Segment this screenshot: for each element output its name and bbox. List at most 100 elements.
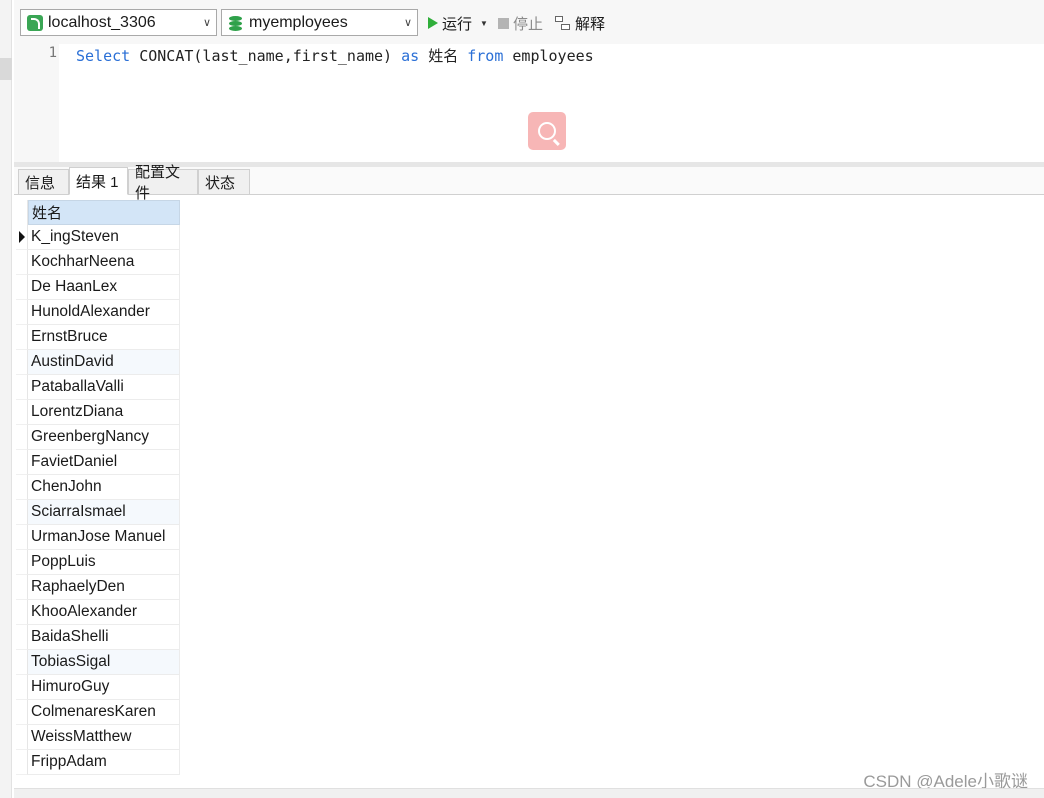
column-header[interactable]: 姓名 xyxy=(28,200,180,225)
row-indicator[interactable] xyxy=(16,325,28,350)
table-cell[interactable]: FrippAdam xyxy=(28,750,180,775)
table-row[interactable]: GreenbergNancy xyxy=(16,425,180,450)
table-cell[interactable]: ChenJohn xyxy=(28,475,180,500)
table-cell[interactable]: KhooAlexander xyxy=(28,600,180,625)
table-row[interactable]: HunoldAlexander xyxy=(16,300,180,325)
row-indicator[interactable] xyxy=(16,650,28,675)
table-row[interactable]: LorentzDiana xyxy=(16,400,180,425)
database-select[interactable]: myemployees ∨ xyxy=(221,9,418,36)
row-indicator[interactable] xyxy=(16,725,28,750)
table-cell[interactable]: GreenbergNancy xyxy=(28,425,180,450)
table-row[interactable]: ErnstBruce xyxy=(16,325,180,350)
run-dropdown-icon[interactable]: ▼ xyxy=(480,19,488,28)
table-cell[interactable]: AustinDavid xyxy=(28,350,180,375)
table-row[interactable]: ChenJohn xyxy=(16,475,180,500)
table-name: employees xyxy=(503,47,594,65)
table-cell[interactable]: UrmanJose Manuel xyxy=(28,525,180,550)
table-cell[interactable]: De HaanLex xyxy=(28,275,180,300)
row-indicator[interactable] xyxy=(16,675,28,700)
table-row[interactable]: De HaanLex xyxy=(16,275,180,300)
connection-value: localhost_3306 xyxy=(48,13,156,31)
table-cell[interactable]: LorentzDiana xyxy=(28,400,180,425)
stop-button[interactable]: 停止 xyxy=(498,12,543,34)
table-row[interactable]: FrippAdam xyxy=(16,750,180,775)
row-indicator[interactable] xyxy=(16,350,28,375)
row-indicator[interactable] xyxy=(16,225,28,250)
line-number: 1 xyxy=(48,45,57,61)
explain-label: 解释 xyxy=(575,15,606,33)
concat-expr: CONCAT(last_name,first_name) xyxy=(130,47,402,65)
stop-icon xyxy=(498,17,509,29)
table-row[interactable]: ColmenaresKaren xyxy=(16,700,180,725)
play-icon xyxy=(428,17,438,29)
table-row[interactable]: UrmanJose Manuel xyxy=(16,525,180,550)
connection-icon xyxy=(27,14,43,31)
sql-code-line[interactable]: Select CONCAT(last_name,first_name) as 姓… xyxy=(76,45,594,66)
result-grid: 姓名 K_ingSteven KochharNeena De HaanLex Huno… xyxy=(16,200,180,775)
row-indicator[interactable] xyxy=(16,250,28,275)
table-cell[interactable]: ColmenaresKaren xyxy=(28,700,180,725)
table-row[interactable]: TobiasSigal xyxy=(16,650,180,675)
chevron-down-icon: ∨ xyxy=(403,17,413,29)
table-row[interactable]: PataballaValli xyxy=(16,375,180,400)
table-cell[interactable]: K_ingSteven xyxy=(28,225,180,250)
left-panel-edge xyxy=(0,0,12,798)
row-indicator[interactable] xyxy=(16,575,28,600)
sql-editor[interactable]: 1 Select CONCAT(last_name,first_name) as… xyxy=(14,44,1044,162)
row-indicator[interactable] xyxy=(16,550,28,575)
table-cell[interactable]: BaidaShelli xyxy=(28,625,180,650)
row-indicator[interactable] xyxy=(16,400,28,425)
database-value: myemployees xyxy=(249,13,348,31)
run-label: 运行 xyxy=(442,15,473,33)
table-row[interactable]: WeissMatthew xyxy=(16,725,180,750)
table-row[interactable]: HimuroGuy xyxy=(16,675,180,700)
table-cell[interactable]: RaphaelyDen xyxy=(28,575,180,600)
row-indicator[interactable] xyxy=(16,275,28,300)
table-cell[interactable]: KochharNeena xyxy=(28,250,180,275)
row-indicator[interactable] xyxy=(16,600,28,625)
table-cell[interactable]: WeissMatthew xyxy=(28,725,180,750)
table-cell[interactable]: TobiasSigal xyxy=(28,650,180,675)
table-cell[interactable]: FavietDaniel xyxy=(28,450,180,475)
search-button[interactable] xyxy=(528,112,566,150)
row-indicator[interactable] xyxy=(16,525,28,550)
chevron-down-icon: ∨ xyxy=(202,17,212,29)
table-cell[interactable]: ErnstBruce xyxy=(28,325,180,350)
tab-result-1[interactable]: 结果 1 xyxy=(69,167,128,195)
row-indicator[interactable] xyxy=(16,300,28,325)
column-alias: 姓名 xyxy=(419,47,468,65)
row-indicator[interactable] xyxy=(16,475,28,500)
line-gutter: 1 xyxy=(14,44,59,162)
row-indicator[interactable] xyxy=(16,625,28,650)
keyword-as: as xyxy=(401,47,420,65)
table-row[interactable]: FavietDaniel xyxy=(16,450,180,475)
run-button[interactable]: 运行 ▼ xyxy=(428,12,488,34)
explain-button[interactable]: 解释 xyxy=(555,12,605,34)
row-indicator[interactable] xyxy=(16,425,28,450)
row-indicator[interactable] xyxy=(16,700,28,725)
database-icon xyxy=(228,15,244,31)
table-row[interactable]: AustinDavid xyxy=(16,350,180,375)
table-row[interactable]: SciarraIsmael xyxy=(16,500,180,525)
table-cell[interactable]: SciarraIsmael xyxy=(28,500,180,525)
explain-icon xyxy=(555,15,571,31)
row-indicator[interactable] xyxy=(16,500,28,525)
table-row[interactable]: K_ingSteven xyxy=(16,225,180,250)
row-indicator[interactable] xyxy=(16,450,28,475)
table-row[interactable]: KochharNeena xyxy=(16,250,180,275)
tab-profile[interactable]: 配置文件 xyxy=(128,164,198,202)
tab-info[interactable]: 信息 xyxy=(18,169,69,195)
row-indicator[interactable] xyxy=(16,375,28,400)
table-cell[interactable]: HunoldAlexander xyxy=(28,300,180,325)
table-row[interactable]: BaidaShelli xyxy=(16,625,180,650)
table-row[interactable]: KhooAlexander xyxy=(16,600,180,625)
table-row[interactable]: PoppLuis xyxy=(16,550,180,575)
grid-header: 姓名 xyxy=(16,200,180,225)
tab-status[interactable]: 状态 xyxy=(198,169,250,195)
table-row[interactable]: RaphaelyDen xyxy=(16,575,180,600)
connection-select[interactable]: localhost_3306 ∨ xyxy=(20,9,217,36)
table-cell[interactable]: PataballaValli xyxy=(28,375,180,400)
table-cell[interactable]: HimuroGuy xyxy=(28,675,180,700)
row-indicator[interactable] xyxy=(16,750,28,775)
table-cell[interactable]: PoppLuis xyxy=(28,550,180,575)
